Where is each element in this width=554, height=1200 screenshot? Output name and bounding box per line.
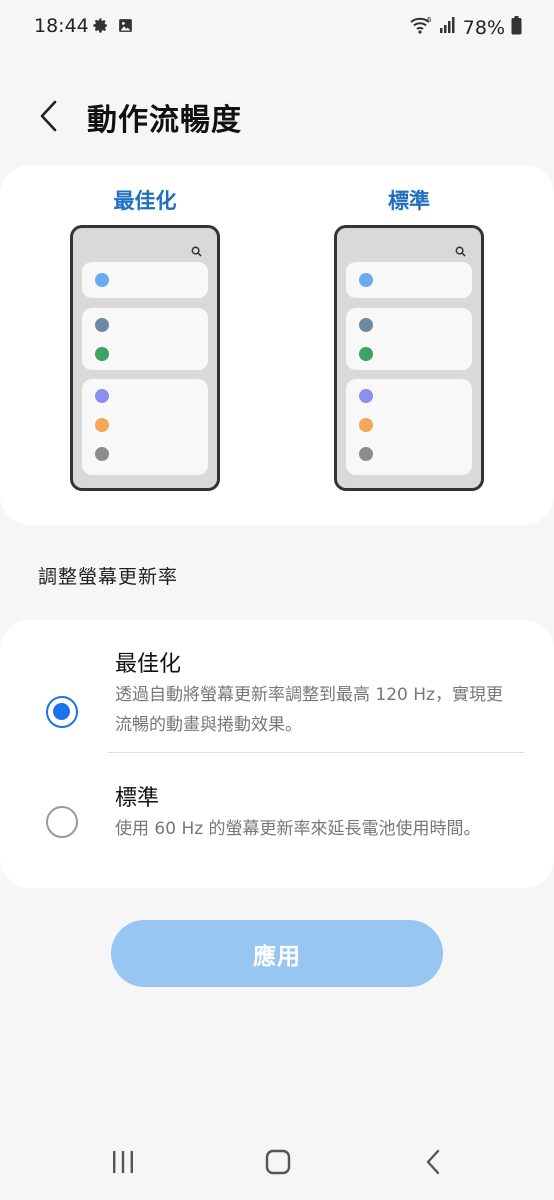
status-bar: 18:44 6 78%: [0, 0, 554, 54]
radio-optimized[interactable]: [46, 696, 78, 728]
phone-card: [82, 308, 208, 370]
phone-illustration: [70, 225, 220, 491]
status-time: 18:44: [34, 15, 89, 37]
apply-button[interactable]: 應用: [111, 920, 443, 987]
dot-purple: [95, 389, 109, 403]
signal-icon: [439, 16, 457, 39]
navigation-bar: [0, 1124, 554, 1200]
svg-text:6: 6: [427, 16, 432, 24]
preview-label-optimized: 最佳化: [113, 189, 177, 213]
wifi-icon: 6: [409, 15, 433, 40]
option-description: 使用 60 Hz 的螢幕更新率來延長電池使用時間。: [115, 819, 481, 839]
page-title: 動作流暢度: [87, 103, 242, 138]
dot-gray: [95, 447, 109, 461]
gear-icon: [92, 17, 109, 38]
preview-standard: 標準: [334, 185, 484, 491]
back-icon: [426, 1149, 440, 1175]
home-button[interactable]: [258, 1142, 298, 1182]
search-icon: [455, 242, 466, 261]
preview-optimized: 最佳化: [70, 185, 220, 491]
dot-green: [359, 347, 373, 361]
dot-gray: [359, 447, 373, 461]
phone-card: [82, 262, 208, 298]
back-nav-button[interactable]: [413, 1142, 453, 1182]
dot-blue: [95, 273, 109, 287]
section-label: 調整螢幕更新率: [38, 566, 179, 588]
dot-purple: [359, 389, 373, 403]
back-button[interactable]: [30, 98, 66, 134]
home-icon: [265, 1149, 291, 1175]
battery-icon: [511, 15, 522, 40]
chevron-left-icon: [40, 100, 57, 132]
header: 動作流暢度: [0, 90, 554, 146]
phone-illustration: [334, 225, 484, 491]
image-icon: [117, 17, 134, 38]
phone-card: [82, 379, 208, 475]
preview-card: 最佳化 標準: [0, 165, 554, 525]
option-description: 透過自動將螢幕更新率調整到最高 120 Hz，實現更流暢的動畫與捲動效果。: [115, 685, 503, 735]
dot-slate: [95, 318, 109, 332]
radio-standard[interactable]: [46, 806, 78, 838]
battery-percent: 78%: [462, 16, 505, 39]
recent-apps-button[interactable]: [103, 1142, 143, 1182]
divider: [108, 752, 524, 753]
option-title: 標準: [115, 786, 160, 811]
option-title: 最佳化: [115, 652, 182, 677]
option-standard[interactable]: 標準 使用 60 Hz 的螢幕更新率來延長電池使用時間。: [0, 780, 554, 880]
option-optimized[interactable]: 最佳化 透過自動將螢幕更新率調整到最高 120 Hz，實現更流暢的動畫與捲動效果…: [0, 646, 554, 756]
phone-card: [346, 262, 472, 298]
preview-label-standard: 標準: [388, 189, 430, 213]
dot-green: [95, 347, 109, 361]
phone-card: [346, 379, 472, 475]
dot-orange: [359, 418, 373, 432]
dot-slate: [359, 318, 373, 332]
recent-apps-icon: [113, 1151, 133, 1173]
dot-blue: [359, 273, 373, 287]
options-card: 最佳化 透過自動將螢幕更新率調整到最高 120 Hz，實現更流暢的動畫與捲動效果…: [0, 620, 554, 888]
dot-orange: [95, 418, 109, 432]
search-icon: [191, 242, 202, 261]
phone-card: [346, 308, 472, 370]
